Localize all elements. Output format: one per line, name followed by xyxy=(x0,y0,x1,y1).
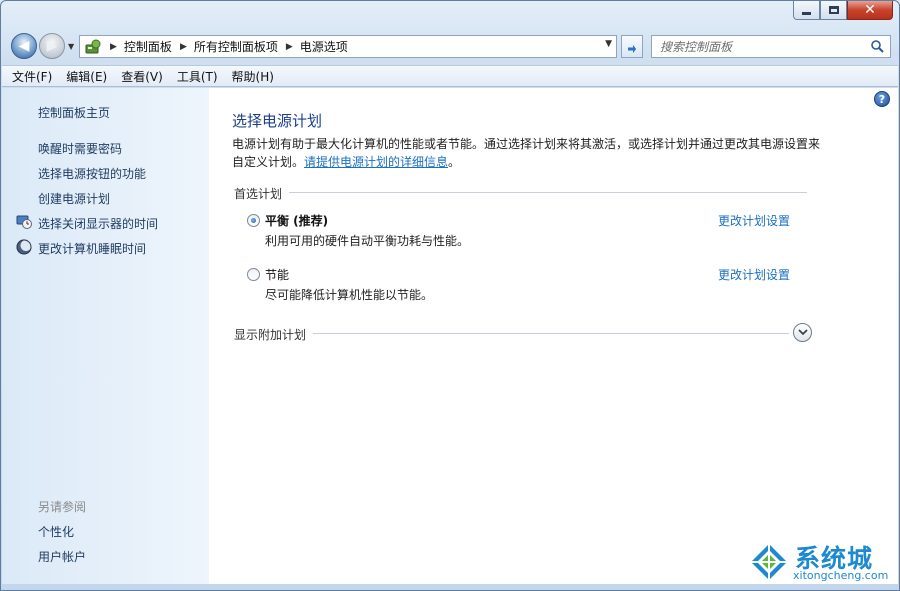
watermark-url: xitongcheng.com xyxy=(793,569,889,582)
see-also-user-accounts-link[interactable]: 用户帐户 xyxy=(38,548,86,565)
monitor-clock-icon xyxy=(16,215,32,229)
sidebar-item-create-plan[interactable]: 创建电源计划 xyxy=(38,190,110,207)
control-panel-icon xyxy=(85,39,101,53)
close-button[interactable]: ✕ xyxy=(847,1,893,20)
sidebar-item-sleep-time[interactable]: 更改计算机睡眠时间 xyxy=(38,240,146,257)
expand-additional-plans-button[interactable] xyxy=(793,323,812,342)
search-icon[interactable] xyxy=(870,39,885,54)
menu-edit[interactable]: 编辑(E) xyxy=(66,68,107,85)
change-plan-settings-link-balanced[interactable]: 更改计划设置 xyxy=(718,212,790,229)
back-button[interactable]: ◀ xyxy=(11,33,37,59)
maximize-icon xyxy=(828,6,839,14)
intro-end: 。 xyxy=(448,155,461,169)
task-sidebar: 控制面板主页 唤醒时需要密码 选择电源按钮的功能 创建电源计划 选择关闭显示器的… xyxy=(2,88,209,584)
preferred-plans-heading: 首选计划 xyxy=(234,187,283,201)
breadcrumb-separator-icon[interactable]: ▶ xyxy=(110,42,117,52)
watermark-diamond-icon xyxy=(751,544,787,580)
close-icon: ✕ xyxy=(864,2,876,18)
menu-tools[interactable]: 工具(T) xyxy=(177,68,218,85)
back-arrow-icon: ◀ xyxy=(18,38,30,54)
sidebar-item-display-off[interactable]: 选择关闭显示器的时间 xyxy=(38,215,158,232)
menu-bar: 文件(F) 编辑(E) 查看(V) 工具(T) 帮助(H) xyxy=(2,65,898,87)
plan-details-link[interactable]: 请提供电源计划的详细信息 xyxy=(304,155,448,169)
watermark-logo: 系统城 xitongcheng.com xyxy=(747,539,897,587)
moon-icon xyxy=(16,239,32,255)
change-plan-settings-link-power-saver[interactable]: 更改计划设置 xyxy=(718,266,790,283)
search-box[interactable] xyxy=(651,35,891,58)
right-gutter xyxy=(873,88,898,584)
plan-description: 尽可能降低计算机性能以节能。 xyxy=(265,288,434,302)
minimize-button[interactable] xyxy=(793,1,820,20)
divider xyxy=(289,192,807,193)
navigation-bar: ◀ ▶ ▼ ▶ 控制面板 ▶ 所有控制面板项 ▶ 电源选项 ▼ xyxy=(1,31,900,61)
intro-text: 电源计划有助于最大化计算机的性能或者节能。通过选择计划来将其激活，或选择计划并通… xyxy=(232,135,822,171)
main-content: 选择电源计划 电源计划有助于最大化计算机的性能或者节能。通过选择计划来将其激活，… xyxy=(209,88,873,584)
menu-view[interactable]: 查看(V) xyxy=(121,68,163,85)
refresh-icon xyxy=(628,44,636,53)
sidebar-item-power-buttons[interactable]: 选择电源按钮的功能 xyxy=(38,165,146,182)
control-panel-window: ✕ ◀ ▶ ▼ ▶ 控制面板 ▶ 所有控制面板项 ▶ 电源选项 ▼ 搜索控制面板… xyxy=(0,0,900,591)
breadcrumb-separator-icon[interactable]: ▶ xyxy=(286,42,293,52)
breadcrumb-control-panel[interactable]: 控制面板 xyxy=(124,38,172,55)
help-icon[interactable]: ? xyxy=(874,91,890,107)
see-also-heading: 另请参阅 xyxy=(38,500,87,514)
plan-power-saver-radio[interactable] xyxy=(247,268,260,281)
page-title: 选择电源计划 xyxy=(232,112,323,130)
menu-help[interactable]: 帮助(H) xyxy=(232,68,274,85)
plan-balanced-radio[interactable] xyxy=(247,214,260,227)
breadcrumb-separator-icon[interactable]: ▶ xyxy=(180,42,187,52)
caption-buttons: ✕ xyxy=(793,1,893,20)
minimize-icon xyxy=(802,11,811,15)
history-dropdown-icon[interactable]: ▼ xyxy=(68,42,74,51)
chevron-down-icon xyxy=(797,329,808,336)
show-additional-plans-heading[interactable]: 显示附加计划 xyxy=(234,326,306,343)
plan-name[interactable]: 平衡 (推荐) xyxy=(265,212,328,229)
see-also-personalization-link[interactable]: 个性化 xyxy=(38,523,74,540)
address-bar[interactable]: ▶ 控制面板 ▶ 所有控制面板项 ▶ 电源选项 ▼ xyxy=(79,35,617,58)
plan-name[interactable]: 节能 xyxy=(265,266,289,283)
forward-button[interactable]: ▶ xyxy=(39,33,65,59)
breadcrumb-power-options[interactable]: 电源选项 xyxy=(300,38,348,55)
address-dropdown-icon[interactable]: ▼ xyxy=(605,39,612,49)
plan-description: 利用可用的硬件自动平衡功耗与性能。 xyxy=(265,234,470,248)
maximize-button[interactable] xyxy=(820,1,847,20)
menu-file[interactable]: 文件(F) xyxy=(12,68,52,85)
forward-arrow-icon: ▶ xyxy=(46,38,58,54)
search-input[interactable] xyxy=(660,39,860,54)
divider xyxy=(313,333,789,334)
sidebar-item-wake-password[interactable]: 唤醒时需要密码 xyxy=(38,140,122,157)
breadcrumb-all-items[interactable]: 所有控制面板项 xyxy=(194,38,278,55)
refresh-button[interactable] xyxy=(621,35,643,58)
control-panel-home-link[interactable]: 控制面板主页 xyxy=(38,104,110,121)
